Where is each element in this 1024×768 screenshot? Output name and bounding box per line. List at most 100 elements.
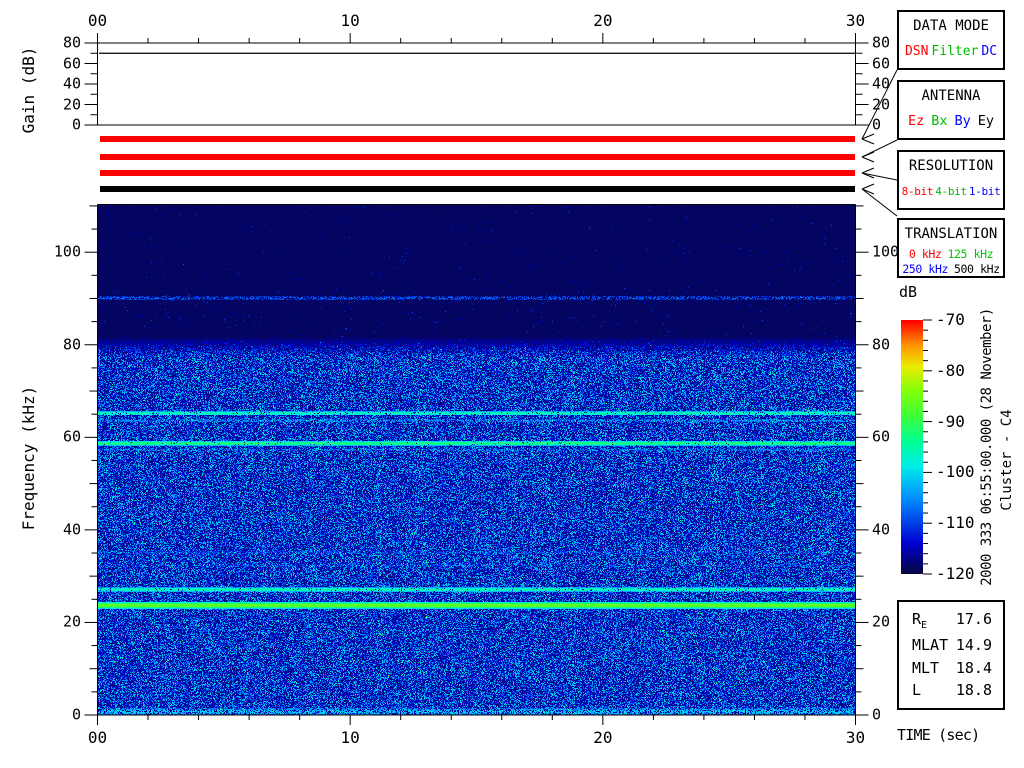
time-tick-label-top: 30 [845,11,866,30]
ephemeris-label-sub: E [921,619,928,631]
status-bar-data-mode [100,136,855,142]
freq-ytick-label: 80 [872,335,891,354]
connector-line [861,172,898,181]
connector-line [861,139,898,158]
time-axis-label: TIME (sec) [897,726,980,744]
ephemeris-value: 17.6 [955,609,992,628]
gain-ytick-label: 40 [872,74,891,93]
legend-item: Ey [977,113,995,129]
legend-item: Ez [907,113,925,129]
freq-ytick-label: 40 [872,520,891,539]
time-tick-label-bottom: 20 [593,728,613,747]
freq-ytick-label: 100 [872,242,900,261]
db-tick-label: -70 [936,310,965,329]
ephemeris-row: MLT 18.4 [912,658,992,677]
legend-line: Ez Bx By Ey [907,113,995,129]
freq-ytick-label: 20 [872,612,891,631]
freq-ytick-label: 60 [872,427,891,446]
connector-arrowhead [861,133,875,140]
legend-box-items: DSN Filter DC [899,45,1003,58]
legend-item: Bx [931,113,948,129]
legend-item: 1-bit [968,185,1001,198]
connector-arrowhead [861,188,875,195]
ephemeris-label: MLT [912,658,940,677]
ephemeris-row: RE 17.6 [912,609,992,631]
legend-box-items: Ez Bx By Ey [899,113,1003,129]
ephemeris-label: MLAT [912,636,949,655]
legend-line: DSN Filter DC [905,45,997,58]
legend-line: 8-bit 4-bit 1-bit [902,186,1001,197]
freq-ytick-label: 60 [62,427,81,446]
connector-arrowhead [861,138,875,145]
freq-ytick-label: 0 [71,705,81,724]
freq-ytick-label: 80 [62,335,81,354]
db-tick-label: -100 [936,462,975,482]
legend-item: DC [981,44,998,59]
connector-line [861,188,898,217]
wbd-spectrogram-display: 00 10 20 30 0 0 20 20 40 40 60 60 80 80 0 0 20 20 40 40 60 60… [0,0,1024,768]
gain-ytick-label: 20 [62,95,81,113]
legend-line: 0 kHz 125 kHz [908,247,994,261]
status-bar-resolution [100,170,855,176]
legend-box-title: DATA MODE [913,18,989,34]
connector-arrowhead [861,151,875,158]
legend-item: 0 kHz [908,247,942,261]
time-tick-label-bottom: 00 [87,728,108,747]
gain-ytick-label: 60 [872,54,891,72]
gain-ytick-label: 80 [872,33,891,52]
ephemeris-box: RE 17.6 MLAT 14.9 MLT 18.4 L 18.8 [897,600,1005,710]
legend-item: 125 kHz [947,247,994,261]
frequency-axis-label: Frequency (kHz) [19,385,38,531]
legend-box-antenna: ANTENNA Ez Bx By Ey [897,80,1005,140]
legend-box-title: ANTENNA [921,88,981,104]
gain-ytick-label: 60 [62,54,81,72]
colorbar-units-label: dB [899,283,918,301]
legend-item: Filter [931,44,979,59]
gain-ytick-label: 80 [62,33,81,52]
connector-arrowhead [861,156,875,163]
connector-arrowhead [861,183,875,190]
gain-ytick-label: 0 [872,115,882,134]
db-tick-label: -110 [936,513,975,533]
ephemeris-row: L 18.8 [912,683,992,698]
ephemeris-value: 14.9 [955,636,992,655]
legend-item: 8-bit [901,185,934,198]
legend-box-resolution: RESOLUTION 8-bit 4-bit 1-bit [897,150,1005,210]
freq-ytick-label: 20 [62,612,81,631]
status-bar-translation [100,186,855,192]
spectrogram-image [98,205,855,715]
db-tick-label: -120 [936,564,975,583]
legend-item: 500 kHz [954,261,1000,276]
freq-ytick-label: 40 [62,520,81,539]
freq-ytick-label: 0 [872,705,882,724]
time-tick-label-bottom: 10 [340,728,360,747]
ephemeris-row: MLAT 14.9 [912,638,992,653]
legend-item: By [954,113,971,129]
gain-ytick-label: 0 [71,115,81,134]
legend-box-title: RESOLUTION [908,158,994,174]
legend-box-title: TRANSLATION [904,226,998,242]
datetime-annotation: 2000 333 06:55:00.000 (28 November) [979,308,995,586]
ephemeris-label: RE [912,609,928,631]
freq-ytick-label: 100 [53,242,81,261]
time-tick-label-top: 10 [340,11,360,30]
gain-ytick-label: 40 [62,74,81,93]
gain-ytick-label: 20 [872,95,891,113]
connector-arrowhead [861,167,875,174]
ephemeris-value: 18.4 [955,658,992,677]
time-tick-label-top: 20 [593,11,613,30]
legend-box-translation: TRANSLATION 0 kHz 125 kHz 250 kHz 500 kHz [897,218,1005,278]
legend-item: 4-bit [935,185,967,198]
db-tick-label: -80 [936,360,965,380]
colorbar-gradient [901,320,923,574]
status-bar-antenna [100,154,855,160]
time-tick-label-bottom: 30 [845,728,866,747]
db-tick-label: -90 [936,411,965,431]
legend-box-items: 0 kHz 125 kHz 250 kHz 500 kHz [899,246,1003,275]
legend-line: 250 kHz 500 kHz [902,261,1000,276]
legend-item: 250 kHz [902,261,948,276]
gain-axis-label: Gain (dB) [19,46,38,134]
ephemeris-label: L [912,681,922,700]
legend-item: DSN [904,44,929,59]
connector-arrowhead [861,172,875,179]
